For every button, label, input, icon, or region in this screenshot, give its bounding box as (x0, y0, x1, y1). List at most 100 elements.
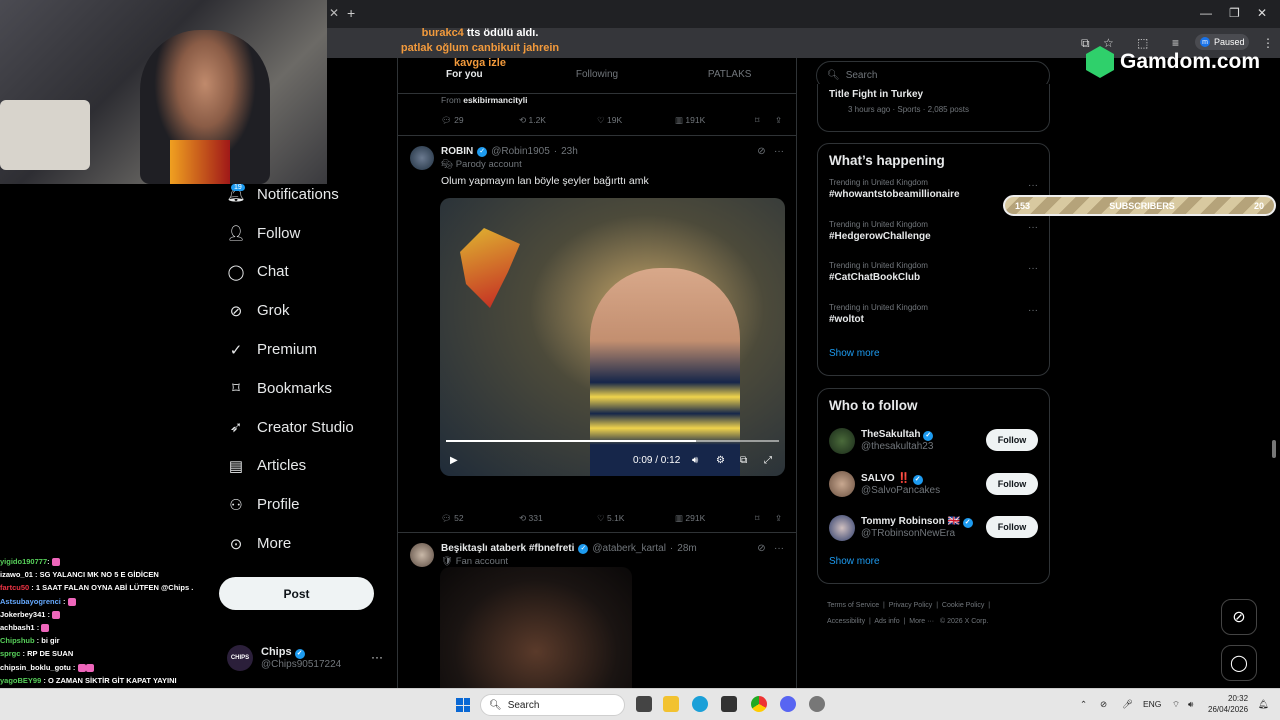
bookmark-action-icon[interactable]: ⌑ (755, 115, 775, 126)
repost-action[interactable]: ⟲ 331 (519, 513, 597, 524)
nav-chat[interactable]: ◯ Chat (215, 253, 395, 292)
chrome-icon[interactable] (751, 696, 767, 712)
edge-icon[interactable] (692, 696, 708, 712)
network-off-icon[interactable]: ⊘ (1100, 699, 1107, 710)
more-icon[interactable]: ··· (774, 543, 784, 554)
tweet-video[interactable]: ▶ 0:09 / 0:12 🔊︎ ⚙ ⧉ ⤢ (440, 198, 785, 476)
account-more-icon[interactable]: ··· (371, 650, 383, 664)
minimize-icon[interactable]: — (1200, 6, 1212, 20)
share-action-icon[interactable]: ⇪ (775, 513, 782, 524)
bookmark-action-icon[interactable]: ⌑ (755, 513, 775, 524)
footer-link[interactable]: Privacy Policy (889, 602, 933, 609)
repost-action[interactable]: ⟲ 1.2K (519, 115, 597, 126)
follow-suggestion[interactable]: SALVO ‼️ ✓ @SalvoPancakes Follow (818, 463, 1049, 507)
microphone-icon[interactable]: 🎤︎ (1122, 699, 1133, 710)
app-icon[interactable] (809, 696, 825, 712)
maximize-icon[interactable]: ❐ (1229, 6, 1240, 20)
nav-profile[interactable]: ⚇ Profile (215, 485, 395, 524)
file-explorer-icon[interactable] (663, 696, 679, 712)
more-icon[interactable]: ··· (1028, 305, 1038, 316)
more-icon[interactable]: ··· (774, 146, 784, 157)
reply-action[interactable]: 💬︎ 29 (441, 115, 519, 126)
task-view-icon[interactable] (636, 696, 652, 712)
nav-follow[interactable]: 👤︎ Follow (215, 214, 395, 253)
tweet-author-name[interactable]: Beşiktaşlı ataberk #fbnefreti (441, 543, 574, 554)
share-action-icon[interactable]: ⇪ (775, 115, 782, 126)
tab-patlaks[interactable]: PATLAKS (663, 58, 796, 93)
tweet-header: Beşiktaşlı ataberk #fbnefreti ✓ @ataberk… (441, 543, 697, 554)
follow-suggestion[interactable]: Tommy Robinson 🇬🇧 ✓ @TRobinsonNewEra Foll… (818, 506, 1049, 550)
tweet-avatar[interactable] (410, 146, 434, 170)
pip-icon[interactable]: ⧉ (740, 455, 747, 466)
views-action[interactable]: ▥ 191K (675, 115, 755, 126)
nav-label: Premium (257, 341, 318, 359)
volume-icon[interactable]: 🔊︎ (1188, 699, 1193, 710)
add-person-icon: 👤︎ (226, 225, 246, 243)
taskbar-search[interactable]: 🔍︎ Search (480, 694, 625, 716)
messages-floating-button[interactable]: ◯ (1221, 645, 1257, 681)
video-progress-bar[interactable] (446, 440, 779, 442)
like-action[interactable]: ♡ 5.1K (597, 513, 675, 524)
new-tab-icon[interactable]: + (347, 5, 355, 21)
trend-item[interactable]: Trending in United Kingdom #CatChatBookCl… (818, 257, 1049, 299)
tweet-time[interactable]: 23h (561, 146, 578, 157)
nav-articles[interactable]: ▤ Articles (215, 447, 395, 486)
nav-grok[interactable]: ⊘ Grok (215, 291, 395, 330)
browser-menu-icon[interactable]: ⋮ (1262, 36, 1274, 50)
show-more-link[interactable]: Show more (818, 550, 1049, 577)
tweet-time[interactable]: 28m (677, 543, 696, 554)
more-icon[interactable]: ··· (1028, 222, 1038, 233)
top-trend-meta: 3 hours ago · Sports · 2,085 posts (848, 105, 969, 114)
follow-suggestion[interactable]: TheSakultah ✓ @thesakultah23 Follow (818, 419, 1049, 463)
like-action[interactable]: ♡ 19K (597, 115, 675, 126)
footer-link[interactable]: Cookie Policy (942, 602, 984, 609)
follow-button[interactable]: Follow (986, 472, 1038, 495)
views-action[interactable]: ▥ 291K (675, 513, 755, 524)
settings-icon[interactable]: ⚙ (716, 455, 725, 466)
more-icon[interactable]: ··· (1028, 263, 1038, 274)
tweet-author-handle[interactable]: @Robin1905 (491, 146, 550, 157)
trend-item[interactable]: Trending in United Kingdom #HedgerowChall… (818, 216, 1049, 258)
account-switcher[interactable]: CHIPS Chips ✓ @Chips90517224 (227, 645, 341, 671)
grok-explain-icon[interactable]: ⊘ (757, 146, 765, 157)
trend-item[interactable]: Trending in United Kingdom #woltot ··· (818, 299, 1049, 341)
tweet-media[interactable] (440, 567, 632, 688)
grok-floating-button[interactable]: ⊘ (1221, 599, 1257, 635)
tweet-author-handle[interactable]: @ataberk_kartal (592, 543, 666, 554)
notification-icon[interactable]: 🔔︎ (1258, 699, 1269, 710)
page-scrollbar[interactable] (1272, 440, 1276, 458)
tweet-author-name[interactable]: ROBIN (441, 146, 473, 157)
language-indicator[interactable]: ENG (1143, 699, 1161, 709)
nav-more[interactable]: ⊙ More (215, 524, 395, 563)
wifi-icon[interactable]: ⌔ (1172, 699, 1180, 710)
tray-overflow-icon[interactable]: ⌃ (1080, 699, 1087, 710)
volume-icon[interactable]: 🔊︎ (692, 455, 698, 466)
clock[interactable]: 20:32 26/04/2026 (1208, 693, 1248, 715)
show-more-link[interactable]: Show more (818, 340, 1049, 369)
discord-icon[interactable] (780, 696, 796, 712)
close-tab-icon[interactable]: ✕ (329, 6, 339, 20)
nav-premium[interactable]: ✓ Premium (215, 330, 395, 369)
nav-creator-studio[interactable]: ➶ Creator Studio (215, 408, 395, 447)
footer-link[interactable]: More ··· (909, 618, 934, 625)
follow-button[interactable]: Follow (986, 516, 1038, 538)
top-trend-card[interactable]: Title Fight in Turkey 3 hours ago · Spor… (817, 84, 1050, 132)
tweet-text: Olum yapmayın lan böyle şeyler bağırttı … (441, 175, 649, 187)
nav-bookmarks[interactable]: ⌑ Bookmarks (215, 369, 395, 408)
more-icon[interactable]: ··· (1028, 180, 1038, 191)
grok-explain-icon[interactable]: ⊘ (757, 543, 765, 554)
chat-message: chipsin_boklu_gotu : (0, 661, 200, 674)
close-window-icon[interactable]: ✕ (1257, 6, 1267, 20)
start-button-icon[interactable] (456, 698, 470, 712)
footer-link[interactable]: Ads info (874, 618, 899, 625)
footer-link[interactable]: Accessibility (827, 618, 865, 625)
follow-button[interactable]: Follow (986, 429, 1038, 451)
store-icon[interactable] (721, 696, 737, 712)
footer-link[interactable]: Terms of Service (827, 602, 879, 609)
club-logo-image (460, 228, 520, 308)
play-icon[interactable]: ▶ (450, 455, 458, 466)
tweet-avatar[interactable] (410, 543, 434, 567)
fullscreen-icon[interactable]: ⤢ (764, 455, 772, 466)
post-button[interactable]: Post (219, 577, 374, 610)
reply-action[interactable]: 💬︎ 52 (441, 513, 519, 524)
